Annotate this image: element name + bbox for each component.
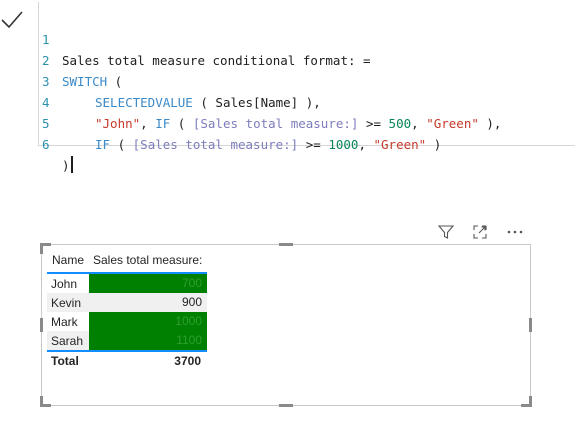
dax-number: 1000 [328,137,359,152]
cell-name: Sarah [51,334,84,348]
code-line: 3 SELECTEDVALUE ( Sales[Name] ), [39,50,575,110]
table-row[interactable]: Mark 1000 [47,312,207,331]
cell-name: Kevin [51,296,82,310]
code-line: 1 Sales total measure conditional format… [39,8,575,68]
resize-handle[interactable] [279,404,293,407]
column-header-name[interactable]: Name [52,253,84,267]
cell-sales: 1000 [89,312,207,331]
table-header: Name Sales total measure: [47,250,207,272]
code-line: 4 "John", IF ( [Sales total measure:] >=… [39,71,575,131]
commit-checkmark-icon[interactable] [0,6,24,32]
dax-function: IF [95,137,111,152]
table-row[interactable]: John 700 [47,274,207,293]
code-punct: ) [62,158,70,173]
column-header-sales[interactable]: Sales total measure: [93,253,202,267]
code-text: IF ( [Sales total measure:] >= 1000, "Gr… [95,134,441,155]
resize-handle[interactable] [279,243,293,246]
code-punct: ( [110,137,133,152]
resize-handle[interactable] [40,318,43,332]
line-number: 6 [42,137,50,152]
table-row[interactable]: Kevin 900 [47,293,207,312]
cell-name: Mark [51,315,78,329]
table-total-row: Total 3700 [47,352,207,372]
table-row[interactable]: Sarah 1100 [47,331,207,350]
table-body: John 700 Kevin 900 Mark 1000 Sarah 1100 [47,272,207,352]
cell-sales: 900 [181,295,202,309]
code-line: 2 SWITCH ( [39,29,575,89]
code-punct: , [358,137,374,152]
cell-sales: 1100 [89,331,207,350]
code-line: 5 IF ( [Sales total measure:] >= 1000, "… [39,92,575,152]
code-text: ) [62,155,73,176]
dax-string: "Green" [373,137,427,152]
code-line: 6 ) [39,113,575,173]
resize-handle[interactable] [521,396,532,407]
code-punct: ) [426,137,442,152]
dax-formula-editor[interactable]: 1 Sales total measure conditional format… [38,2,575,173]
text-caret [70,156,73,173]
total-label: Total [51,354,79,368]
page: 1 Sales total measure conditional format… [0,0,575,421]
code-punct: >= [298,137,329,152]
dax-measure-ref: [Sales total measure:] [132,137,299,152]
cell-name: John [51,277,78,291]
sales-table[interactable]: Name Sales total measure: John 700 Kevin… [47,250,207,372]
filter-icon[interactable] [436,222,456,242]
resize-handle[interactable] [40,396,51,407]
resize-handle[interactable] [529,318,532,332]
focus-mode-icon[interactable] [470,222,490,242]
total-value: 3700 [174,354,201,368]
cell-sales: 700 [89,274,207,293]
more-options-icon[interactable] [505,222,525,242]
